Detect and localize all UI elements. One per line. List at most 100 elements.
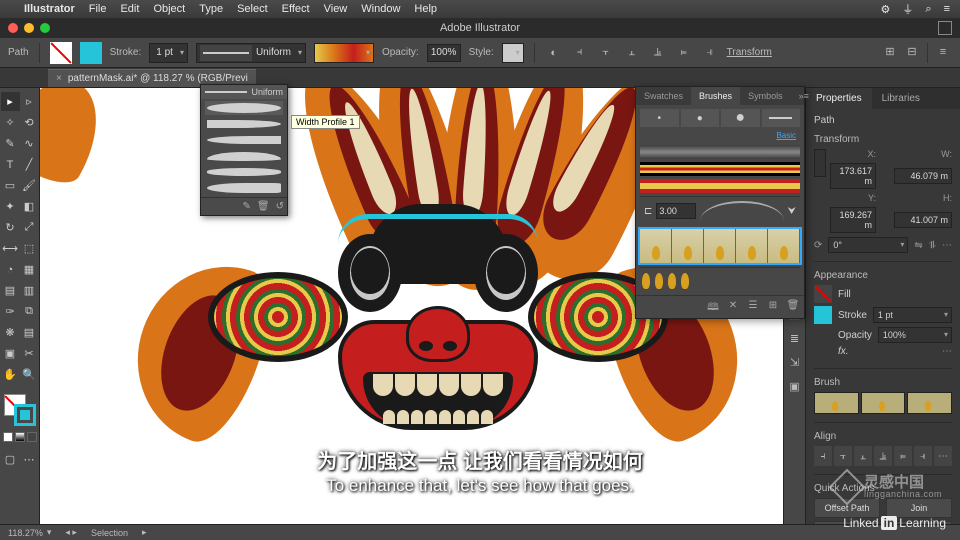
close-tab-icon[interactable]: × [56,73,62,84]
width-profile-4[interactable] [205,149,283,163]
color-mode-toggles[interactable] [3,432,37,442]
direct-selection-tool[interactable]: ▹ [20,92,39,111]
artboard-tool[interactable]: ▣ [1,344,20,363]
fill-swatch-prop[interactable] [814,285,832,303]
reference-point-locator[interactable] [814,149,826,177]
menu-help[interactable]: Help [414,3,437,15]
brush-size-input[interactable] [656,203,696,219]
graph-tool[interactable]: ▤ [20,323,39,342]
align-bottom-button[interactable]: ⫣ [914,446,932,466]
pattern-brush-row-2[interactable] [640,267,800,291]
fill-swatch[interactable] [50,42,72,64]
width-profile-dropdown[interactable]: Uniform ✎🗑↺ Width Profile 1 [200,84,288,216]
menu-effect[interactable]: Effect [282,3,310,15]
graphic-style-dropdown[interactable] [502,43,524,63]
align-top-button[interactable]: ⫡ [874,446,892,466]
align-top-icon[interactable]: ⫡ [649,44,667,62]
calligraphic-brush-2[interactable]: ● [681,109,720,127]
brush-libraries-icon[interactable]: 🕮 [706,300,720,314]
recolor-button[interactable]: Recolor [814,521,880,524]
pattern-brush-1[interactable] [640,162,800,176]
stroke-swatch-prop[interactable] [814,306,832,324]
menu-app[interactable]: Illustrator [24,3,75,15]
menu-file[interactable]: File [89,3,107,15]
calligraphic-brush-3[interactable]: ● [721,109,760,127]
menu-object[interactable]: Object [153,3,185,15]
layers-panel-icon[interactable]: ≣ [787,332,803,348]
slice-tool[interactable]: ✂ [20,344,39,363]
rotate-field[interactable]: 0° [828,237,908,253]
delete-brush-icon[interactable]: 🗑 [786,300,800,314]
curvature-tool[interactable]: ∿ [20,134,39,153]
stroke-indicator[interactable] [14,404,36,426]
variable-width-profile-dropdown[interactable]: Uniform [196,43,306,63]
stroke-weight-prop[interactable]: 1 pt [873,307,952,323]
perspective-tool[interactable]: ▦ [20,260,39,279]
shaper-tool[interactable]: ✦ [1,197,20,216]
recolor-icon[interactable]: ◐ [545,44,563,62]
eraser-tool[interactable]: ◧ [20,197,39,216]
brush-preview[interactable] [814,392,952,414]
mesh-tool[interactable]: ▤ [1,281,20,300]
remove-brush-stroke-icon[interactable]: ✕ [726,300,740,314]
tab-swatches[interactable]: Swatches [636,87,691,105]
lasso-tool[interactable]: ⟲ [20,113,39,132]
menu-select[interactable]: Select [237,3,268,15]
gradient-tool[interactable]: ▥ [20,281,39,300]
align-left-icon[interactable]: ⫞ [571,44,589,62]
align-middle-icon[interactable]: ⫢ [675,44,693,62]
stroke-weight-dropdown[interactable]: 1 pt [149,43,188,63]
align-center-icon[interactable]: ⫟ [597,44,615,62]
selection-tool[interactable]: ▸ [1,92,20,111]
opacity-prop[interactable]: 100% [878,327,952,343]
minimize-window-button[interactable] [24,23,34,33]
flip-h-icon[interactable]: ⇋ [914,240,922,251]
scale-tool[interactable]: ⤢ [20,218,39,237]
zoom-tool[interactable]: 🔍 [20,365,39,384]
brush-definition-dropdown[interactable] [314,43,374,63]
reset-profile-icon[interactable]: ↺ [276,201,284,212]
menu-edit[interactable]: Edit [120,3,139,15]
pen-tool[interactable]: ✎ [1,134,20,153]
align-right-button[interactable]: ⫠ [854,446,872,466]
brush-preview-expand-icon[interactable]: ⮟ [788,206,797,217]
arrange-button[interactable]: Arrange [886,521,952,524]
align-more-icon[interactable]: ⋯ [934,446,952,466]
join-button[interactable]: Join [886,498,952,518]
symbol-sprayer-tool[interactable]: ❋ [1,323,20,342]
brush-size-handle-icon[interactable]: ⊏ [644,206,652,217]
new-brush-icon[interactable]: ⊞ [766,300,780,314]
pattern-brush-tiles[interactable] [640,229,800,263]
transform-h[interactable]: 41.007 m [894,212,952,228]
gradient-mode[interactable] [15,432,25,442]
free-transform-tool[interactable]: ⬚ [20,239,39,258]
menu-type[interactable]: Type [199,3,223,15]
share-button[interactable] [938,21,952,35]
more-options-icon[interactable]: ⋯ [942,240,952,251]
hand-tool[interactable]: ✋ [1,365,20,384]
tab-symbols[interactable]: Symbols [740,87,791,105]
magic-wand-tool[interactable]: ✧ [1,113,20,132]
stroke-swatch[interactable] [80,42,102,64]
menu-view[interactable]: View [324,3,348,15]
pattern-brush-2[interactable] [640,179,800,193]
tab-libraries[interactable]: Libraries [872,88,930,109]
brush-options-icon[interactable]: ☰ [746,300,760,314]
transform-y[interactable]: 169.267 m [830,207,876,233]
line-tool[interactable]: ╱ [20,155,39,174]
control-center-icon[interactable]: ≡ [944,3,950,15]
isolate-icon[interactable]: ⊞ [881,43,899,61]
delete-profile-icon[interactable]: 🗑 [257,201,270,212]
edit-toolbar-button[interactable]: ⋯ [20,450,39,469]
art-brush-charcoal[interactable] [640,145,800,159]
width-tool[interactable]: ⟷ [1,239,20,258]
close-window-button[interactable] [8,23,18,33]
calligraphic-brush-1[interactable]: • [640,109,679,127]
align-bottom-icon[interactable]: ⫣ [701,44,719,62]
artboards-panel-icon[interactable]: ▣ [787,380,803,396]
flip-v-icon[interactable]: ⥮ [929,240,936,251]
add-profile-icon[interactable]: ✎ [243,201,251,212]
width-profile-6[interactable] [205,181,283,195]
screen-mode-tool[interactable]: ▢ [1,450,20,469]
calligraphic-brush-4[interactable] [762,109,801,127]
